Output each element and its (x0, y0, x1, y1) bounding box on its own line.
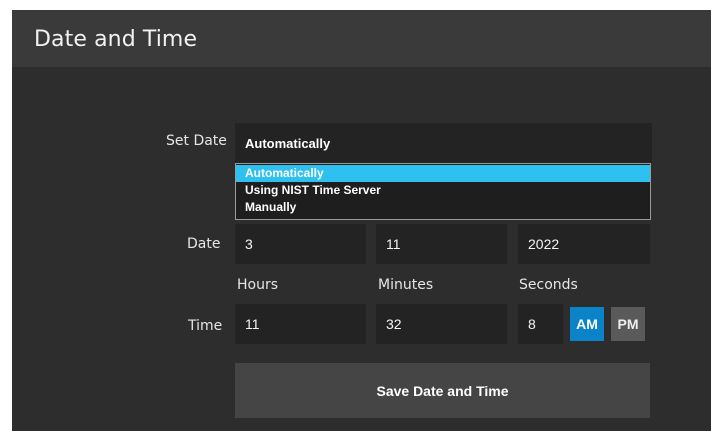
date-time-panel: Date and Time Set Date Automatically Aut… (12, 10, 711, 431)
time-hours-field[interactable]: 11 (235, 304, 366, 344)
dropdown-option-manually[interactable]: Manually (236, 199, 650, 216)
set-date-label: Set Date (166, 133, 227, 149)
time-seconds-field[interactable]: 8 (518, 304, 563, 344)
date-year-field[interactable]: 2022 (518, 224, 650, 264)
seconds-label: Seconds (519, 277, 578, 293)
am-button[interactable]: AM (570, 307, 604, 341)
dropdown-option-automatically[interactable]: Automatically (236, 165, 650, 182)
date-day-field[interactable]: 3 (235, 224, 366, 264)
minutes-label: Minutes (378, 277, 434, 293)
pm-button[interactable]: PM (611, 307, 645, 341)
time-label: Time (188, 318, 223, 334)
set-date-select[interactable]: Automatically (235, 123, 652, 163)
date-month-field[interactable]: 11 (376, 224, 507, 264)
set-date-dropdown-list: Automatically Using NIST Time Server Man… (235, 163, 651, 220)
panel-header: Date and Time (12, 10, 711, 67)
hours-label: Hours (237, 277, 279, 293)
time-minutes-field[interactable]: 32 (376, 304, 507, 344)
page-title: Date and Time (34, 27, 198, 52)
dropdown-option-nist-time-server[interactable]: Using NIST Time Server (236, 182, 650, 199)
date-label: Date (187, 236, 221, 252)
save-date-time-button[interactable]: Save Date and Time (235, 363, 650, 418)
